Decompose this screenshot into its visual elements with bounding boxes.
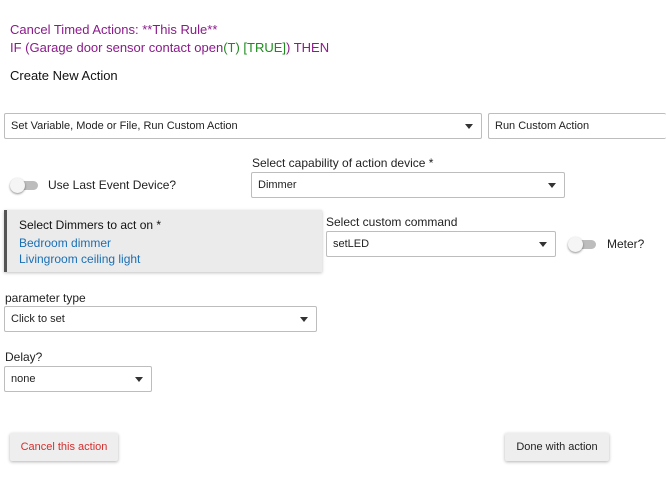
toggle-knob	[10, 178, 25, 193]
rule-condition-true: (T) [TRUE]	[223, 40, 287, 55]
custom-command-select[interactable]: setLED	[326, 231, 556, 257]
action-category-select[interactable]: Set Variable, Mode or File, Run Custom A…	[4, 113, 482, 139]
use-last-event-toggle[interactable]	[10, 178, 38, 193]
chevron-down-icon	[539, 241, 547, 247]
create-new-action-heading: Create New Action	[10, 68, 118, 83]
chevron-down-icon	[465, 123, 473, 129]
action-type-select[interactable]: Run Custom Action	[488, 113, 666, 139]
rule-condition-line: IF (Garage door sensor contact open(T) […	[10, 40, 329, 55]
rule-condition-then: ) THEN	[286, 40, 330, 55]
capability-select[interactable]: Dimmer	[251, 172, 565, 198]
use-last-event-label: Use Last Event Device?	[48, 178, 177, 192]
toggle-knob	[568, 237, 583, 252]
capability-label: Select capability of action device *	[252, 156, 434, 170]
delay-label: Delay?	[5, 350, 43, 364]
meter-label: Meter?	[607, 237, 645, 251]
device-selector[interactable]: Select Dimmers to act on * Bedroom dimme…	[4, 210, 322, 272]
done-action-button[interactable]: Done with action	[505, 433, 609, 461]
parameter-type-label: parameter type	[5, 291, 86, 305]
chevron-down-icon	[135, 376, 143, 382]
parameter-type-select[interactable]: Click to set	[4, 306, 317, 332]
chevron-down-icon	[300, 316, 308, 322]
cancel-timed-actions-line: Cancel Timed Actions: **This Rule**	[10, 22, 218, 37]
capability-value: Dimmer	[258, 179, 297, 191]
device-item[interactable]: Livingroom ceiling light	[19, 251, 310, 267]
delay-select[interactable]: none	[4, 366, 152, 392]
delay-value: none	[11, 373, 36, 385]
device-selector-title: Select Dimmers to act on *	[19, 218, 162, 232]
device-item[interactable]: Bedroom dimmer	[19, 235, 310, 251]
custom-command-label: Select custom command	[326, 215, 458, 229]
chevron-down-icon	[548, 182, 556, 188]
action-category-value: Set Variable, Mode or File, Run Custom A…	[11, 120, 238, 132]
custom-command-value: setLED	[333, 238, 370, 250]
rule-condition-if: IF (Garage door sensor contact open	[10, 40, 224, 55]
meter-toggle[interactable]	[568, 237, 596, 252]
parameter-type-value: Click to set	[11, 313, 65, 325]
cancel-action-button[interactable]: Cancel this action	[10, 433, 118, 461]
action-type-value: Run Custom Action	[495, 120, 590, 132]
